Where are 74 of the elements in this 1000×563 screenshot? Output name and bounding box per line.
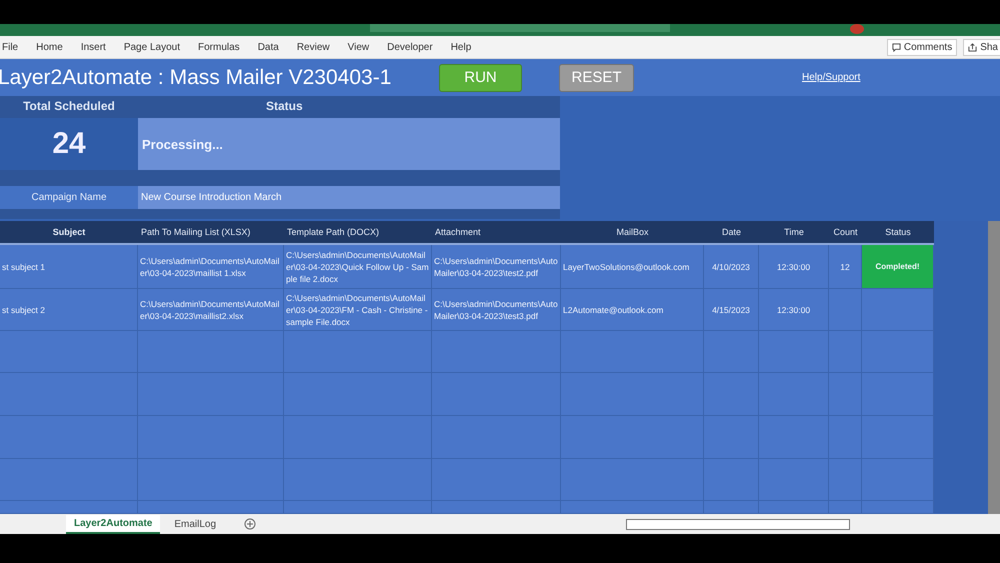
column-header: Path To Mailing List (XLSX)	[138, 221, 284, 245]
column-label: Status	[265, 99, 304, 113]
table-cell	[759, 416, 829, 459]
vertical-scrollbar[interactable]	[988, 221, 1000, 514]
table-cell: LayerTwoSolutions@outlook.com	[561, 245, 704, 289]
table-cell	[862, 373, 934, 416]
table-cell	[862, 289, 934, 331]
table-cell: C:\Users\admin\Documents\AutoMailer\03-04-2023\FM - Cash - Christine - sample File.docx	[284, 289, 432, 331]
app-title: Layer2Automate : Mass Mailer V230403-1	[0, 66, 392, 90]
table-cell	[862, 416, 934, 459]
table-cell: 4/10/2023	[704, 245, 759, 289]
menu-item[interactable]: Review	[288, 42, 339, 52]
campaign-label: Campaign Name	[0, 186, 138, 209]
table-cell: C:\Users\admin\Documents\AutoMailer\03-04-2023\maillist2.xlsx	[138, 289, 284, 331]
column-header: Date	[704, 221, 759, 245]
table-cell: C:\Users\admin\Documents\AutoMailer\03-04-2023\test3.pdf	[432, 289, 561, 331]
menu-item[interactable]: Formulas	[189, 42, 249, 52]
table-cell	[704, 416, 759, 459]
column-header: Attachment	[432, 221, 561, 245]
table-cell	[704, 331, 759, 373]
horizontal-scrollbar[interactable]	[626, 518, 850, 530]
table-cell: 12:30:00	[759, 245, 829, 289]
table-cell	[704, 459, 759, 501]
table-cell: 12	[829, 245, 862, 289]
help-link[interactable]: Help/Support	[802, 72, 860, 83]
column-header: MailBox	[561, 221, 704, 245]
share-button[interactable]: Sha	[963, 38, 1000, 56]
table-cell	[829, 416, 862, 459]
table-cell: C:\Users\admin\Documents\AutoMailer\03-04-2023\test2.pdf	[432, 245, 561, 289]
table-cell	[862, 459, 934, 501]
table-cell	[759, 331, 829, 373]
table-cell	[759, 373, 829, 416]
column-header: Status	[862, 221, 934, 245]
table-cell: 4/15/2023	[704, 289, 759, 331]
status-field: Processing...	[138, 118, 560, 170]
table-cell	[829, 459, 862, 501]
table-cell: 12:30:00	[759, 289, 829, 331]
table-cell	[759, 459, 829, 501]
menu-item[interactable]: Help	[442, 42, 480, 52]
menu-item[interactable]: Home	[27, 42, 72, 52]
column-header: Count	[829, 221, 862, 245]
column-label: Total Scheduled	[22, 99, 116, 113]
table-cell	[829, 373, 862, 416]
menu-item[interactable]: File	[0, 42, 28, 52]
comment-icon	[892, 42, 901, 52]
menu-item[interactable]: Data	[248, 42, 288, 52]
column-header: Template Path (DOCX)	[284, 221, 432, 245]
table-cell	[704, 501, 759, 514]
table-cell	[704, 373, 759, 416]
comments-button[interactable]: Comments	[886, 38, 958, 56]
table-cell: C:\Users\admin\Documents\AutoMailer\03-04-2023\maillist 1.xlsx	[138, 245, 284, 289]
menu-item[interactable]: Page Layout	[114, 42, 189, 52]
menu-item[interactable]: Insert	[72, 42, 115, 52]
table-cell	[829, 289, 862, 331]
column-header: Subject	[0, 221, 138, 245]
table-cell: st subject 1	[0, 245, 138, 289]
table-cell	[829, 331, 862, 373]
table-cell: C:\Users\admin\Documents\AutoMailer\03-04-2023\Quick Follow Up - Sample file 2.docx	[284, 245, 432, 289]
add-sheet-icon[interactable]	[244, 518, 256, 530]
status-cell: Completed!	[862, 245, 934, 289]
column-header: Time	[759, 221, 829, 245]
table-cell	[759, 501, 829, 514]
table-cell	[829, 501, 862, 514]
share-icon	[968, 42, 978, 52]
table-cell	[862, 501, 934, 514]
table-cell	[862, 331, 934, 373]
menu-item[interactable]: View	[338, 42, 378, 52]
menu-item[interactable]: Developer	[378, 42, 442, 52]
avatar-icon[interactable]	[850, 24, 864, 34]
sheet-tab[interactable]: EmailLog	[166, 516, 224, 532]
total-count: 24	[0, 118, 138, 170]
table-cell: st subject 2	[0, 289, 138, 331]
table-cell: L2Automate@outlook.com	[561, 289, 704, 331]
sheet-tab[interactable]: Layer2Automate	[66, 514, 160, 534]
